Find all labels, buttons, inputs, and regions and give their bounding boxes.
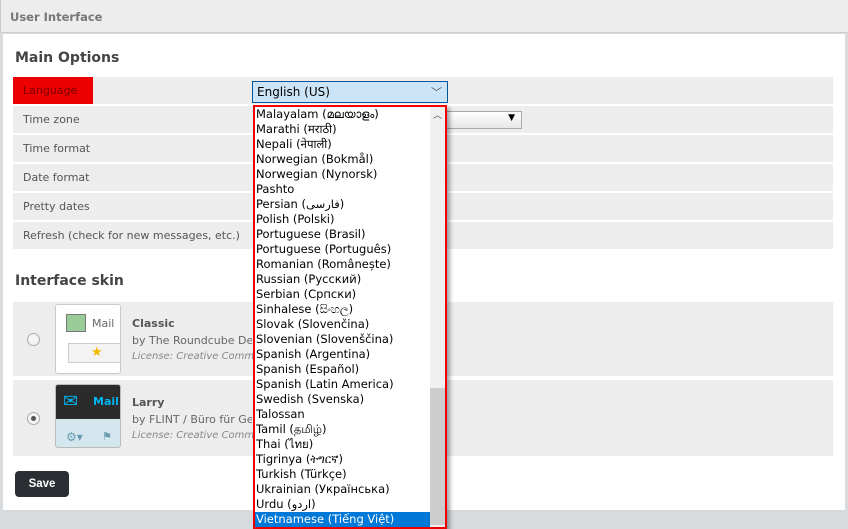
language-option[interactable]: Russian (Русский) <box>255 272 430 287</box>
language-value: English (US) <box>257 85 330 99</box>
language-option[interactable]: Swedish (Svenska) <box>255 392 430 407</box>
skin-radio[interactable] <box>27 412 40 425</box>
main-options-heading: Main Options <box>15 50 120 66</box>
gear-icon: ⚙▾ <box>66 430 83 444</box>
thumb-label: Mail <box>93 395 119 408</box>
language-option[interactable]: Tamil (தமிழ்) <box>255 422 430 437</box>
section-header: User Interface <box>0 0 848 33</box>
skin-name: Larry <box>132 396 165 409</box>
dropdown-arrow-icon: ▼ <box>508 113 515 123</box>
language-option[interactable]: Spanish (Latin America) <box>255 377 430 392</box>
row-label: Time zone <box>23 113 80 126</box>
skin-author: by FLINT / Büro für Gestaltung <box>132 413 252 426</box>
scrollbar[interactable]: ︿ <box>430 107 445 527</box>
language-option[interactable]: Talossan <box>255 407 430 422</box>
flag-icon: ⚑ <box>102 430 112 443</box>
language-option[interactable]: Spanish (Argentina) <box>255 347 430 362</box>
skin-name: Classic <box>132 317 175 330</box>
timezone-select[interactable]: ▼ <box>440 111 522 129</box>
row-label: Pretty dates <box>23 200 90 213</box>
language-dropdown-list[interactable]: Malayalam (മലയാളം) Marathi (मराठी) Nepali … <box>253 105 447 529</box>
chevron-up-icon[interactable]: ︿ <box>433 108 442 121</box>
language-option[interactable]: Norwegian (Nynorsk) <box>255 167 430 182</box>
chevron-down-icon: ﹀ <box>431 86 442 99</box>
skin-thumbnail: Mail ★ <box>55 304 121 374</box>
header-title: User Interface <box>10 10 103 24</box>
language-option[interactable]: Portuguese (Português) <box>255 242 430 257</box>
language-option[interactable]: Sinhalese (සිංහල) <box>255 302 430 317</box>
language-option[interactable]: Persian (فارسی) <box>255 197 430 212</box>
language-option[interactable]: Portuguese (Brasil) <box>255 227 430 242</box>
skin-license: License: Creative Commons <box>132 430 253 441</box>
scrollbar-thumb[interactable] <box>430 388 445 525</box>
skin-thumbnail: ✉ Mail ⚙▾ ⚑ <box>55 384 121 448</box>
language-option[interactable]: Romanian (Românește) <box>255 257 430 272</box>
thumb-label: Mail <box>92 317 115 330</box>
skin-radio[interactable] <box>27 333 40 346</box>
row-label: Refresh (check for new messages, etc.) <box>23 229 240 242</box>
language-option[interactable]: Ukrainian (Українська) <box>255 482 430 497</box>
language-option[interactable]: Nepali (नेपाली) <box>255 137 430 152</box>
language-option[interactable]: Polish (Polski) <box>255 212 430 227</box>
language-option[interactable]: Urdu (اردو) <box>255 497 430 512</box>
language-option[interactable]: Malayalam (മലയാളം) <box>255 107 430 122</box>
row-label: Language <box>23 84 78 97</box>
row-label: Date format <box>23 171 90 184</box>
language-option[interactable]: Turkish (Türkçe) <box>255 467 430 482</box>
language-option[interactable]: Norwegian (Bokmål) <box>255 152 430 167</box>
language-option[interactable]: Pashto <box>255 182 430 197</box>
save-button[interactable]: Save <box>15 471 69 497</box>
language-select[interactable]: English (US) ﹀ <box>252 81 448 103</box>
envelope-icon: ✉ <box>63 391 79 412</box>
row-label: Time format <box>23 142 91 155</box>
language-option[interactable]: Slovenian (Slovenščina) <box>255 332 430 347</box>
star-icon: ★ <box>91 345 103 360</box>
skin-license: License: Creative Commons <box>132 351 253 362</box>
skin-author: by The Roundcube Dev Team <box>132 334 252 347</box>
language-option[interactable]: Vietnamese (Tiếng Việt) <box>255 512 430 527</box>
language-option[interactable]: Thai (ไทย) <box>255 437 430 452</box>
mail-download-icon <box>66 314 86 332</box>
language-option[interactable]: Marathi (मराठी) <box>255 122 430 137</box>
language-option[interactable]: Spanish (Español) <box>255 362 430 377</box>
language-option[interactable]: Slovak (Slovenčina) <box>255 317 430 332</box>
language-option[interactable]: Tigrinya (ትግርኛ) <box>255 452 430 467</box>
interface-skin-heading: Interface skin <box>15 273 124 289</box>
language-option[interactable]: Serbian (Српски) <box>255 287 430 302</box>
